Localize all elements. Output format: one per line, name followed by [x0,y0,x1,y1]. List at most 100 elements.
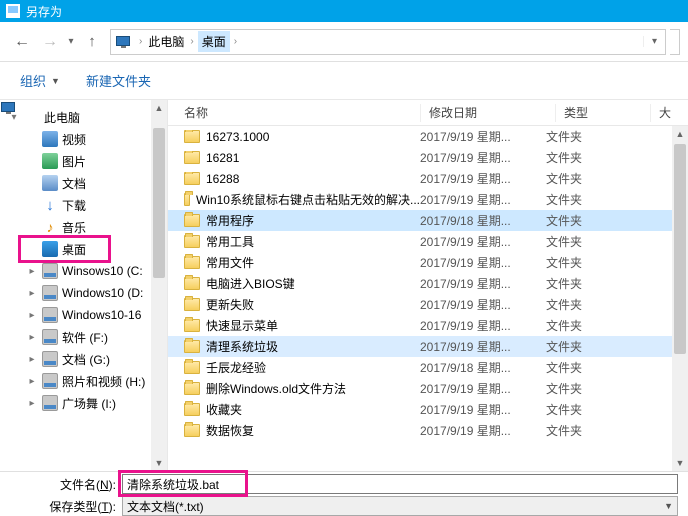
file-type: 文件夹 [546,170,632,187]
history-dropdown-icon[interactable]: ▾ [64,36,78,47]
folder-icon [184,403,200,416]
expander-icon[interactable]: ▸ [26,354,38,365]
column-type[interactable]: 类型 [564,104,650,121]
chevron-down-icon: ▼ [51,76,60,86]
forward-button[interactable]: → [36,28,64,56]
tree-item-label: 广场舞 (I:) [62,395,116,412]
folder-icon [184,235,200,248]
table-row[interactable]: 更新失败2017/9/19 星期...文件夹 [168,294,688,315]
tree-item-label: 软件 (F:) [62,329,108,346]
breadcrumb-dropdown-icon[interactable]: ▾ [643,36,665,47]
folder-icon [184,277,200,290]
file-name: 常用文件 [206,254,254,271]
tree-scroll-thumb[interactable] [153,128,165,278]
tree-item[interactable]: ♪音乐 [0,216,167,238]
column-name[interactable]: 名称 [168,104,420,121]
file-name: 收藏夹 [206,401,242,418]
filetype-select[interactable]: 文本文档(*.txt) ▼ [122,496,678,516]
list-scrollbar[interactable]: ▲ ▼ [672,126,688,471]
tree-item[interactable]: ▸ 广场舞 (I:) [0,392,167,414]
tree-item[interactable]: 桌面 [0,238,167,260]
tree-item[interactable]: ▸ Windows10 (D: [0,282,167,304]
file-name: Win10系统鼠标右键点击粘贴无效的解决... [196,191,420,208]
table-row[interactable]: 常用文件2017/9/19 星期...文件夹 [168,252,688,273]
tree-item-label: 桌面 [62,241,86,258]
search-input[interactable] [670,29,680,55]
folder-icon [184,214,200,227]
breadcrumb[interactable]: › 此电脑 › 桌面 › ▾ [110,29,666,55]
file-type: 文件夹 [546,380,632,397]
breadcrumb-root[interactable]: 此电脑 [146,33,186,50]
new-folder-button[interactable]: 新建文件夹 [80,67,157,94]
tree-item[interactable]: ▾此电脑 [0,106,167,128]
tree-item[interactable]: ▸照片和视频 (H:) [0,370,167,392]
expander-icon[interactable]: ▸ [26,398,38,409]
file-name: 壬辰龙经验 [206,359,266,376]
tree-item-label: 文档 (G:) [62,351,110,368]
breadcrumb-leaf[interactable]: 桌面 [198,31,230,52]
table-row[interactable]: Win10系统鼠标右键点击粘贴无效的解决...2017/9/19 星期...文件… [168,189,688,210]
table-row[interactable]: 16273.10002017/9/19 星期...文件夹 [168,126,688,147]
folder-icon [184,319,200,332]
tree-item[interactable]: ▸Windows10-16 [0,304,167,326]
file-name: 快速显示菜单 [206,317,278,334]
scroll-up-icon[interactable]: ▲ [672,126,688,142]
tree-item-label: 音乐 [62,219,86,236]
expander-icon[interactable]: ▸ [26,288,38,299]
list-body[interactable]: 16273.10002017/9/19 星期...文件夹162812017/9/… [168,126,688,471]
file-name: 16288 [206,172,239,186]
scroll-down-icon[interactable]: ▼ [151,455,167,471]
folder-icon [184,193,190,206]
tree-item[interactable]: ▸ 软件 (F:) [0,326,167,348]
chevron-right-icon[interactable]: › [186,36,197,47]
folder-tree[interactable]: ▾此电脑视频图片文档↓下载♪音乐桌面▸Winsows10 (C:▸Windows… [0,100,168,471]
expander-icon[interactable]: ▸ [26,376,38,387]
window-title: 另存为 [26,3,62,20]
table-row[interactable]: 清理系统垃圾2017/9/19 星期...文件夹 [168,336,688,357]
table-row[interactable]: 壬辰龙经验2017/9/18 星期...文件夹 [168,357,688,378]
tree-item[interactable]: ▸ 文档 (G:) [0,348,167,370]
file-type: 文件夹 [546,338,632,355]
tree-item-label: 视频 [62,131,86,148]
file-type: 文件夹 [546,422,632,439]
file-type: 文件夹 [546,128,632,145]
organize-button[interactable]: 组织 ▼ [14,67,66,94]
file-type: 文件夹 [546,317,632,334]
table-row[interactable]: 快速显示菜单2017/9/19 星期...文件夹 [168,315,688,336]
table-row[interactable]: 162882017/9/19 星期...文件夹 [168,168,688,189]
up-button[interactable]: ↑ [78,28,106,56]
scroll-down-icon[interactable]: ▼ [672,455,688,471]
table-row[interactable]: 常用工具2017/9/19 星期...文件夹 [168,231,688,252]
filename-input[interactable] [122,474,678,494]
tree-item[interactable]: 图片 [0,150,167,172]
tree-scrollbar[interactable]: ▲ ▼ [151,100,167,471]
tree-item[interactable]: ▸Winsows10 (C: [0,260,167,282]
table-row[interactable]: 收藏夹2017/9/19 星期...文件夹 [168,399,688,420]
tree-item[interactable]: 视频 [0,128,167,150]
table-row[interactable]: 162812017/9/19 星期...文件夹 [168,147,688,168]
tree-item[interactable]: 文档 [0,172,167,194]
list-scroll-thumb[interactable] [674,144,686,354]
command-bar: 组织 ▼ 新建文件夹 [0,62,688,100]
table-row[interactable]: 电脑进入BIOS键2017/9/19 星期...文件夹 [168,273,688,294]
expander-icon[interactable]: ▸ [26,310,38,321]
expander-icon[interactable]: ▸ [26,332,38,343]
back-button[interactable]: ← [8,28,36,56]
file-date: 2017/9/19 星期... [420,149,546,166]
file-date: 2017/9/19 星期... [420,233,546,250]
file-date: 2017/9/19 星期... [420,296,546,313]
file-name: 清理系统垃圾 [206,338,278,355]
filetype-value: 文本文档(*.txt) [127,498,204,515]
tree-item[interactable]: ↓下载 [0,194,167,216]
chevron-right-icon[interactable]: › [230,36,241,47]
column-size[interactable]: 大 [659,104,672,121]
table-row[interactable]: 常用程序2017/9/18 星期...文件夹 [168,210,688,231]
file-name: 16273.1000 [206,130,269,144]
expander-icon[interactable]: ▸ [26,266,38,277]
table-row[interactable]: 删除Windows.old文件方法2017/9/19 星期...文件夹 [168,378,688,399]
scroll-up-icon[interactable]: ▲ [151,100,167,116]
column-date[interactable]: 修改日期 [429,104,555,121]
table-row[interactable]: 数据恢复2017/9/19 星期...文件夹 [168,420,688,441]
chevron-right-icon[interactable]: › [135,36,146,47]
tree-item-label: Windows10 (D: [62,286,143,300]
